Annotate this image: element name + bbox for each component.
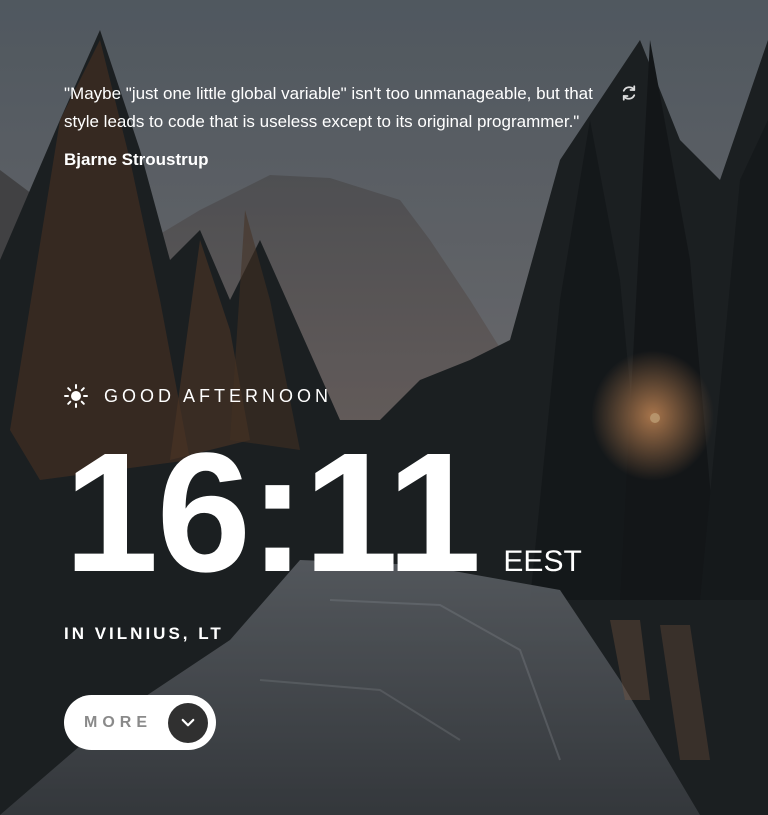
chevron-down-icon bbox=[168, 702, 208, 743]
sun-icon bbox=[64, 384, 88, 408]
quote-text: "Maybe "just one little global variable"… bbox=[64, 84, 593, 131]
quote-author: Bjarne Stroustrup bbox=[64, 150, 209, 169]
location-text: In Vilnius, LT bbox=[64, 624, 224, 643]
clock: 16:11 EEST bbox=[64, 418, 582, 608]
more-button-label: More bbox=[84, 713, 152, 731]
quote-block: "Maybe "just one little global variable"… bbox=[64, 80, 604, 170]
refresh-quote-button[interactable] bbox=[618, 82, 640, 104]
clock-timezone: EEST bbox=[503, 545, 582, 578]
clock-time: 16:11 bbox=[64, 418, 481, 608]
greeting: Good afternoon bbox=[64, 384, 332, 408]
more-button[interactable]: More bbox=[64, 695, 216, 750]
refresh-icon bbox=[622, 85, 636, 101]
greeting-text: Good afternoon bbox=[104, 385, 333, 406]
